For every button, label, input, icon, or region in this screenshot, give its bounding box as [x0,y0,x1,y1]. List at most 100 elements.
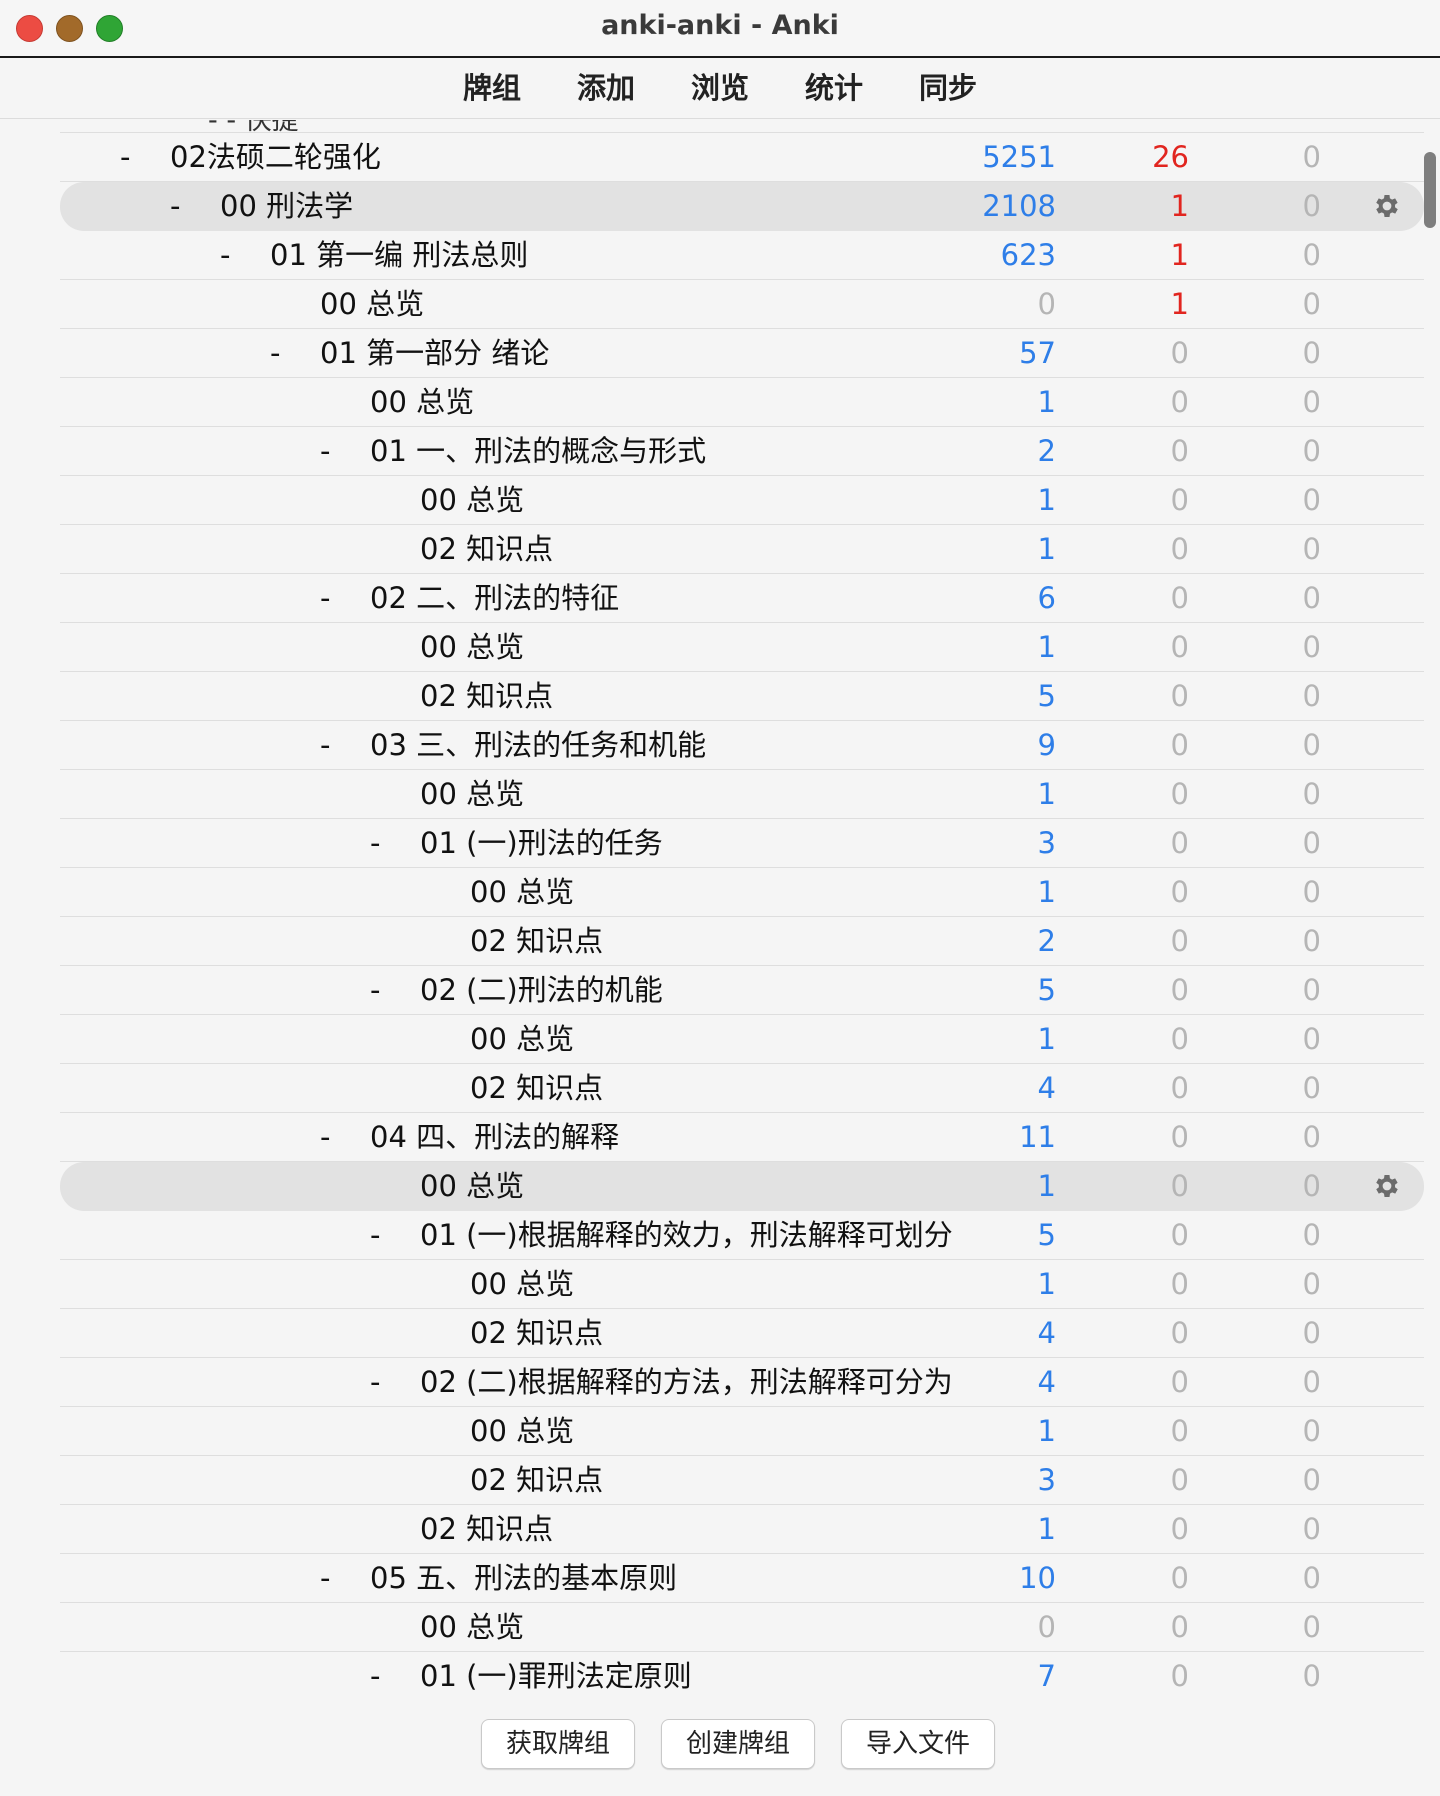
deck-row[interactable]: -02 (二)刑法的机能 5 0 0 [60,966,1424,1015]
deck-row[interactable]: -03 三、刑法的任务和机能 9 0 0 [60,721,1424,770]
deck-name[interactable]: -01 第一部分 绪论 [270,329,549,377]
deck-name[interactable]: -04 四、刑法的解释 [320,1113,619,1161]
deck-name[interactable]: -05 五、刑法的基本原则 [320,1554,677,1602]
deck-name[interactable]: 00 总览 [420,623,524,671]
deck-row[interactable]: 00 总览 1 0 0 [60,378,1424,427]
deck-row[interactable]: 00 总览 1 0 0 [60,868,1424,917]
new-count: 0 [1037,1610,1056,1644]
deck-name-label: 03 三、刑法的任务和机能 [370,728,707,762]
deck-name[interactable]: 02 知识点 [420,525,553,573]
deck-name[interactable]: -01 第一编 刑法总则 [220,231,528,279]
deck-row[interactable]: 00 总览 0 0 0 [60,1603,1424,1652]
new-count: 2 [1037,924,1056,958]
collapse-toggle[interactable]: - [320,427,370,475]
deck-name[interactable]: -01 (一)根据解释的效力，刑法解释可划分 [370,1211,953,1259]
deck-row[interactable]: 00 总览 1 0 0 [60,1260,1424,1309]
deck-name[interactable]: 02 知识点 [470,1456,603,1504]
collapse-toggle[interactable]: - [370,819,420,867]
deck-name[interactable]: 00 总览 [470,868,574,916]
collapse-toggle[interactable]: - [320,1113,370,1161]
deck-row[interactable]: -02 二、刑法的特征 6 0 0 [60,574,1424,623]
due-count: 0 [1302,924,1321,958]
collapse-toggle[interactable]: - [370,1652,420,1700]
deck-name[interactable]: 00 总览 [420,476,524,524]
deck-name[interactable]: 00 总览 [370,378,474,426]
collapse-toggle[interactable]: - [120,133,170,181]
new-count: 4 [1037,1316,1056,1350]
deck-row[interactable]: -05 五、刑法的基本原则 10 0 0 [60,1554,1424,1603]
scrollbar-thumb[interactable] [1424,152,1436,228]
collapse-toggle[interactable]: - [370,1211,420,1259]
gear-icon[interactable] [1372,191,1402,221]
deck-row[interactable]: 00 总览 1 0 0 [60,770,1424,819]
collapse-toggle[interactable]: - [270,329,320,377]
deck-row[interactable]: 02 知识点 4 0 0 [60,1309,1424,1358]
toolbar-stats[interactable]: 统计 [777,58,891,118]
deck-name[interactable]: 00 总览 [420,1603,524,1651]
deck-name[interactable]: 00 总览 [470,1015,574,1063]
deck-name[interactable]: 02 知识点 [470,917,603,965]
deck-row[interactable]: 02 知识点 1 0 0 [60,525,1424,574]
deck-row[interactable]: 00 总览 0 1 0 [60,280,1424,329]
deck-name[interactable]: 00 总览 [420,770,524,818]
deck-row[interactable]: -01 第一编 刑法总则 623 1 0 [60,231,1424,280]
deck-row[interactable]: 02 知识点 3 0 0 [60,1456,1424,1505]
deck-name[interactable]: 02 知识点 [420,1505,553,1553]
deck-name-label: 00 总览 [470,1267,575,1301]
deck-name[interactable]: -02 二、刑法的特征 [320,574,619,622]
deck-row[interactable]: 02 知识点 1 0 0 [60,1505,1424,1554]
deck-row[interactable]: -04 四、刑法的解释 11 0 0 [60,1113,1424,1162]
deck-row[interactable]: -01 (一)罪刑法定原则 7 0 0 [60,1652,1424,1700]
deck-row[interactable]: -02法硕二轮强化 5251 26 0 [60,133,1424,182]
deck-name-label: 00 总览 [320,287,425,321]
deck-name[interactable]: -02法硕二轮强化 [120,133,381,181]
deck-row[interactable]: 02 知识点 5 0 0 [60,672,1424,721]
new-count: 1 [1037,630,1056,664]
deck-row[interactable]: 00 总览 1 0 0 [60,1015,1424,1064]
deck-row[interactable]: 00 总览 1 0 0 [60,476,1424,525]
deck-name[interactable]: 02 知识点 [470,1309,603,1357]
collapse-toggle[interactable]: - [320,1554,370,1602]
import-file-button[interactable]: 导入文件 [841,1719,995,1769]
collapse-toggle[interactable]: - [370,1358,420,1406]
deck-name-label: 02 (二)刑法的机能 [420,973,663,1007]
toolbar-decks[interactable]: 牌组 [435,58,549,118]
deck-name-label: 00 总览 [470,1022,575,1056]
deck-row[interactable]: -02 (二)根据解释的方法，刑法解释可分为 4 0 0 [60,1358,1424,1407]
deck-row[interactable]: 02 知识点 4 0 0 [60,1064,1424,1113]
deck-name[interactable]: -02 (二)根据解释的方法，刑法解释可分为 [370,1358,953,1406]
deck-name[interactable]: 02 知识点 [420,672,553,720]
deck-name[interactable]: 00 总览 [470,1260,574,1308]
toolbar-sync[interactable]: 同步 [891,58,1005,118]
deck-name[interactable]: 00 总览 [320,280,424,328]
collapse-toggle[interactable]: - [170,182,220,230]
deck-row[interactable]: -00 刑法学 2108 1 0 [60,182,1424,231]
deck-name[interactable]: -01 (一)罪刑法定原则 [370,1652,692,1700]
deck-row[interactable]: 00 总览 1 0 0 [60,623,1424,672]
toolbar-add[interactable]: 添加 [549,58,663,118]
deck-name[interactable]: -02 (二)刑法的机能 [370,966,663,1014]
deck-row[interactable]: -01 一、刑法的概念与形式 2 0 0 [60,427,1424,476]
deck-name[interactable]: -01 一、刑法的概念与形式 [320,427,706,475]
get-shared-button[interactable]: 获取牌组 [481,1719,635,1769]
deck-name[interactable]: -01 (一)刑法的任务 [370,819,663,867]
collapse-toggle[interactable]: - [370,966,420,1014]
deck-name[interactable]: 00 总览 [420,1162,524,1210]
toolbar-browse[interactable]: 浏览 [663,58,777,118]
deck-name[interactable]: -00 刑法学 [170,182,353,230]
new-count: 5251 [982,140,1056,174]
deck-name[interactable]: 02 知识点 [470,1064,603,1112]
deck-row[interactable]: 00 总览 1 0 0 [60,1407,1424,1456]
gear-icon[interactable] [1372,1171,1402,1201]
deck-row[interactable]: -01 (一)根据解释的效力，刑法解释可划分 5 0 0 [60,1211,1424,1260]
deck-row[interactable]: 00 总览 1 0 0 [60,1162,1424,1211]
collapse-toggle[interactable]: - [320,574,370,622]
deck-name[interactable]: 00 总览 [470,1407,574,1455]
deck-name[interactable]: -03 三、刑法的任务和机能 [320,721,706,769]
create-deck-button[interactable]: 创建牌组 [661,1719,815,1769]
deck-row[interactable]: 02 知识点 2 0 0 [60,917,1424,966]
deck-row[interactable]: -01 第一部分 绪论 57 0 0 [60,329,1424,378]
collapse-toggle[interactable]: - [220,231,270,279]
collapse-toggle[interactable]: - [320,721,370,769]
deck-row[interactable]: -01 (一)刑法的任务 3 0 0 [60,819,1424,868]
